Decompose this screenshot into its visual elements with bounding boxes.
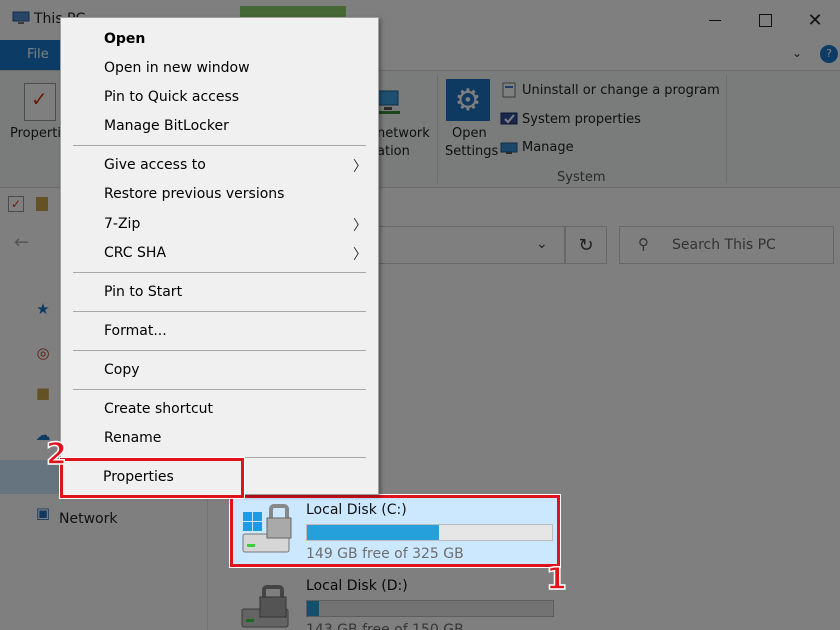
drive-usage-bar bbox=[306, 524, 553, 541]
drive-free-space: 149 GB free of 325 GB bbox=[306, 546, 464, 562]
chevron-right-icon: 〉 bbox=[353, 247, 367, 263]
menu-separator bbox=[73, 350, 366, 351]
menu-item-label: Manage BitLocker bbox=[104, 118, 229, 134]
menu-item-create-shortcut[interactable]: Create shortcut bbox=[61, 395, 378, 424]
menu-separator bbox=[73, 272, 366, 273]
menu-item-label: CRC SHA bbox=[104, 245, 167, 261]
chevron-right-icon: 〉 bbox=[353, 218, 367, 234]
menu-item-label: Open bbox=[104, 31, 146, 47]
menu-item-give-access[interactable]: Give access to 〉 bbox=[61, 151, 378, 180]
windows-drive-lock-icon bbox=[242, 504, 292, 553]
menu-item-pin-start[interactable]: Pin to Start bbox=[61, 278, 378, 307]
menu-item-rename[interactable]: Rename bbox=[61, 424, 378, 453]
context-menu: Open Open in new window Pin to Quick acc… bbox=[60, 17, 379, 495]
menu-item-7zip[interactable]: 7-Zip 〉 bbox=[61, 210, 378, 239]
menu-item-label: Open in new window bbox=[104, 60, 250, 76]
drive-item-c[interactable]: Local Disk (C:) 149 GB free of 325 GB bbox=[230, 495, 560, 567]
menu-separator bbox=[73, 389, 366, 390]
menu-separator bbox=[73, 311, 366, 312]
menu-item-properties[interactable]: Properties bbox=[60, 458, 244, 498]
menu-item-manage-bitlocker[interactable]: Manage BitLocker bbox=[61, 112, 378, 141]
menu-item-label: Pin to Quick access bbox=[104, 89, 240, 105]
menu-item-label: Give access to bbox=[104, 157, 206, 173]
menu-item-label: Create shortcut bbox=[104, 401, 214, 417]
menu-item-label: Format... bbox=[104, 323, 167, 339]
menu-item-label: Restore previous versions bbox=[104, 186, 285, 202]
drive-name: Local Disk (C:) bbox=[306, 502, 407, 518]
menu-separator bbox=[73, 145, 366, 146]
menu-item-label: Properties bbox=[103, 469, 174, 485]
step-number-badge: 1 bbox=[545, 562, 567, 597]
menu-item-label: Pin to Start bbox=[104, 284, 183, 300]
chevron-right-icon: 〉 bbox=[353, 159, 367, 175]
step-number-badge: 2 bbox=[45, 437, 67, 472]
menu-item-format[interactable]: Format... bbox=[61, 317, 378, 346]
menu-item-label: Rename bbox=[104, 430, 162, 446]
menu-item-crc-sha[interactable]: CRC SHA 〉 bbox=[61, 239, 378, 268]
menu-item-label: 7-Zip bbox=[104, 216, 141, 232]
menu-item-pin-quick-access[interactable]: Pin to Quick access bbox=[61, 83, 378, 112]
menu-item-open[interactable]: Open bbox=[61, 25, 378, 54]
drive-usage-fill bbox=[307, 525, 440, 540]
menu-item-open-new-window[interactable]: Open in new window bbox=[61, 54, 378, 83]
menu-item-label: Copy bbox=[104, 362, 140, 378]
menu-item-restore-versions[interactable]: Restore previous versions bbox=[61, 180, 378, 209]
menu-item-copy[interactable]: Copy bbox=[61, 356, 378, 385]
